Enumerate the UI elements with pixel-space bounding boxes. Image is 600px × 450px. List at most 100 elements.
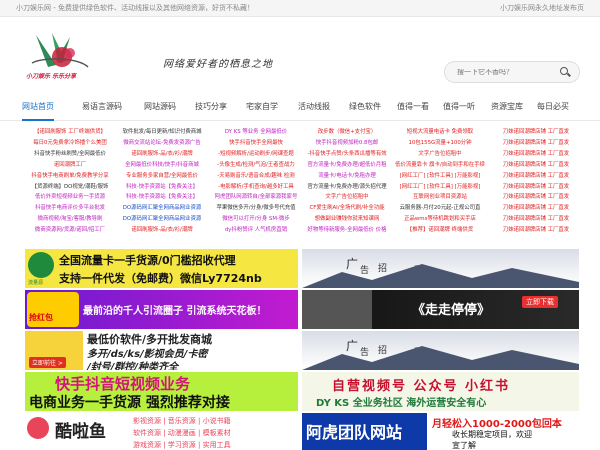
nav-item[interactable]: 每日必买: [537, 92, 569, 121]
text-ad-link[interactable]: 文字广告位招租中: [390, 150, 490, 158]
nav-item[interactable]: 值得一听: [443, 92, 475, 121]
b3-line3: /封号/群控/种类齐全: [87, 362, 178, 370]
nav-item[interactable]: 绿色软件: [349, 92, 381, 121]
b4r-line2: DY KS 全业务社区 海外运营安全有心: [316, 398, 487, 409]
text-ad-link[interactable]: 官方流量卡/免费办理/超低价月租: [305, 161, 389, 169]
nav-item[interactable]: 网站源码: [144, 92, 176, 121]
text-ad-link[interactable]: 改步数（微信+支付宝）: [305, 128, 389, 136]
text-ad-link[interactable]: dy抖粉赞评 人气机房直销: [208, 226, 304, 234]
drama-poster: [302, 290, 372, 329]
text-ad-link[interactable]: 刀妹诺回潮牌店铺 工厂直发: [492, 172, 580, 180]
text-ad-link[interactable]: 低价外卖短视频业务一手货源: [25, 193, 115, 201]
b3-go-button[interactable]: 立即前往 >: [29, 357, 66, 368]
text-ad-link[interactable]: -电影解析/手机查询/越多好工具: [208, 183, 304, 191]
text-ad-link[interactable]: 官方流量卡/免费办理/源头招代理: [305, 183, 389, 191]
text-ad-link[interactable]: 刀妹诺回潮牌店铺 工厂直发: [492, 226, 580, 234]
text-ad-link[interactable]: 低价流量靠卡 旗卡/自动到手和在手续: [390, 161, 490, 169]
banner-social-services[interactable]: 自营视频号 公众号 小红书 DY KS 全业务社区 海外运营安全有心: [302, 372, 579, 411]
nav-item[interactable]: 易语言源码: [82, 92, 122, 121]
search-input[interactable]: [457, 68, 559, 76]
banner-software-mall[interactable]: 立即前往 > 最低价软件/多开批发商城 多开/ds/ks/影视会员/卡密 /封号…: [25, 331, 298, 370]
text-ad-link[interactable]: -天易刷音乐/语音合成/趣味 检测: [208, 172, 304, 180]
text-ad-link[interactable]: 正品wms等待机跳划和买手店: [390, 215, 490, 223]
download-button[interactable]: 立即下载: [522, 296, 558, 308]
text-ad-link[interactable]: 短视大流量电话卡 免费领取: [390, 128, 490, 136]
text-ad-link[interactable]: 刀妹诺回潮牌店铺 工厂直发: [492, 161, 580, 169]
text-ad-link[interactable]: 阿虎团队网源转自/全部家源我家号: [208, 193, 304, 201]
text-ad-link[interactable]: -头像生成/检测/气泡/王者查战力: [208, 161, 304, 169]
text-ad-link[interactable]: 微信可以打开/分身 SM-微步: [208, 215, 304, 223]
text-ad-link[interactable]: 文字广告位招租中: [305, 193, 389, 201]
text-ad-link[interactable]: -抖音快手点赞/头条西瓜播等有效: [305, 150, 389, 158]
search-icon[interactable]: [559, 66, 571, 78]
nav-item[interactable]: 资源宝库: [491, 92, 523, 121]
text-ad-link[interactable]: 诺回潮牌工厂: [25, 161, 115, 169]
text-ad-link[interactable]: 流量卡/电话卡/免租办理: [305, 172, 389, 180]
text-ad-link[interactable]: 抖音快手电商评价多平台批发: [25, 204, 115, 212]
banner-traffic-circle[interactable]: 抢红包 最前沿的千人引流圈子 引流系统天花板！: [25, 290, 298, 329]
text-ad-link[interactable]: 微商资源网/货源/诺回/招工厂: [25, 226, 115, 234]
text-ad-link[interactable]: 好物等待新服务-全网最低价 价格: [305, 226, 389, 234]
nav-item[interactable]: 网站首页: [22, 92, 54, 121]
nav-item[interactable]: 活动线报: [298, 92, 330, 121]
nav-item[interactable]: 技巧分享: [195, 92, 227, 121]
text-ad-link[interactable]: 刀妹诺回潮牌店铺 工厂直发: [492, 150, 580, 158]
text-ad-link[interactable]: 刀妹诺回潮牌店铺 工厂直发: [492, 204, 580, 212]
text-ad-link[interactable]: 专业服务多家自营/全网最低价: [117, 172, 207, 180]
text-ad-link[interactable]: 科技-快手资源站【免费关注】: [117, 183, 207, 191]
text-ad-link[interactable]: 互联网创业项目资源站: [390, 193, 490, 201]
text-ad-link[interactable]: 刀妹诺回潮牌店铺 工厂直发: [492, 139, 580, 147]
text-ad-link[interactable]: DY KS 等业务 全网最低价: [208, 128, 304, 136]
text-ad-link[interactable]: CF爱生刷AI/全场代刷/补全功能: [305, 204, 389, 212]
text-ad-link[interactable]: 苹果微信多开/分身/微多号代充值: [208, 204, 304, 212]
text-ad-link[interactable]: [网红工厂] [软件工具] [万能影视]: [390, 183, 490, 191]
text-ad-link[interactable]: 【诺回刷服饰 工厂终端供货】: [25, 128, 115, 136]
banner-ahu-team[interactable]: 阿虎团队网站 月轻松入1000-2000包回本 收长期稳定项目，欢迎 宣了解: [302, 413, 579, 450]
text-ad-link[interactable]: 软件批发/每日更新/知识付费商城: [117, 128, 207, 136]
b2-text: 最前沿的千人引流圈子 引流系统天花板！: [83, 306, 267, 317]
text-ad-link[interactable]: 科技-快手资源站【免费关注】: [117, 193, 207, 201]
text-ad-link[interactable]: 诺回刷服饰-品/衣/衫/潮牌: [117, 150, 207, 158]
text-ad-link[interactable]: 微商视频/淘宝/客服/教导刷: [25, 215, 115, 223]
ad-slot-1[interactable]: 广 告 招 租: [302, 249, 579, 288]
topbar-permalink-link[interactable]: 小刀娱乐网永久地址发布页: [500, 3, 584, 13]
banner-flow-card[interactable]: 流量源 全国流量卡一手货源/0门槛招收代理 支持一件代发（免邮费）微信Ly772…: [25, 249, 298, 288]
nav-item[interactable]: 值得一看: [397, 92, 429, 121]
text-ad-link[interactable]: DO源码网汇聚全网商品网业资源: [117, 215, 207, 223]
text-ad-link[interactable]: 10包155G流量+100分钟: [390, 139, 490, 147]
b2-badge: 抢红包: [29, 313, 53, 322]
text-ad-link[interactable]: 诺回刷服饰-品/衣/衫/潮牌: [117, 226, 207, 234]
b5-brand: 酷啦鱼: [55, 422, 106, 442]
site-slogan: 网络爱好者的栖息之地: [163, 59, 273, 70]
text-ad-link[interactable]: 【推荐】诺回潮牌 终端供货: [390, 226, 490, 234]
text-ad-link[interactable]: 抖音快手电商刷单/免费教学分享: [25, 172, 115, 180]
text-ad-link[interactable]: [网红工厂] [软件工具] [万能影视]: [390, 172, 490, 180]
text-ad-link[interactable]: 刀妹诺回潮牌店铺 工厂直发: [492, 183, 580, 191]
site-logo[interactable]: 小刀娱乐 乐乐分享: [22, 27, 100, 87]
text-ad-link[interactable]: 抖音快手粉丝刷赞/全网最低价: [25, 150, 115, 158]
text-ad-link[interactable]: 全网最低价科技/快手/抖音商城: [117, 161, 207, 169]
banner-drama[interactable]: 《走走停停》 立即下载: [302, 290, 579, 329]
banner-short-video[interactable]: 快手抖音短视频业务 电商业务一手货源 强烈推荐对接: [25, 372, 298, 411]
text-ad-link[interactable]: 刀妹诺回潮牌店铺 工厂直发: [492, 193, 580, 201]
ad-slot-2[interactable]: 广 告 招 租: [302, 331, 579, 370]
b5-items: 影视资源 | 音乐资源 | 小说书籍: [133, 417, 231, 425]
text-ad-link[interactable]: 快手抖音快手全网最快: [208, 139, 304, 147]
text-ad-link[interactable]: 微商交流站论坛-免费发资源广告: [117, 139, 207, 147]
text-ad-link[interactable]: DO源码网汇聚全网商品网业资源: [117, 204, 207, 212]
b4r-line1: 自营视频号 公众号 小红书: [332, 379, 511, 394]
text-ad-link[interactable]: 【货源终端】DO视觉/潮鞋/服饰: [25, 183, 115, 191]
text-ad-link[interactable]: 快手抖音视频加粉0.8包邮: [305, 139, 389, 147]
text-ad-link[interactable]: -短视频解析/运动刷步/网课查题: [208, 150, 304, 158]
flow-logo-icon: [28, 252, 54, 278]
nav-item[interactable]: 宅家自学: [246, 92, 278, 121]
top-bar: 小刀娱乐网 - 免费提供绿色软件、活动线报以及其他网络资源，好货不私藏！ 小刀娱…: [0, 0, 600, 17]
b5-items2: 软件资源 | 动漫漫画 | 模板素材: [133, 429, 231, 437]
text-ad-link[interactable]: 刀妹诺回潮牌店铺 工厂直发: [492, 128, 580, 136]
text-ad-link[interactable]: 想做副业赚钱你就来知课网: [305, 215, 389, 223]
text-ad-link[interactable]: 刀妹诺回潮牌店铺 工厂直发: [492, 215, 580, 223]
text-ad-link[interactable]: 云服务器-月付20元起-正规公司直: [390, 204, 490, 212]
banner-kulayu[interactable]: 酷啦鱼 影视资源 | 音乐资源 | 小说书籍 软件资源 | 动漫漫画 | 模板素…: [25, 413, 298, 450]
text-ad-link[interactable]: 每日0元免费拿冷饰播个么美团: [25, 139, 115, 147]
b5r-headline: 月轻松入1000-2000包回本: [432, 419, 562, 430]
